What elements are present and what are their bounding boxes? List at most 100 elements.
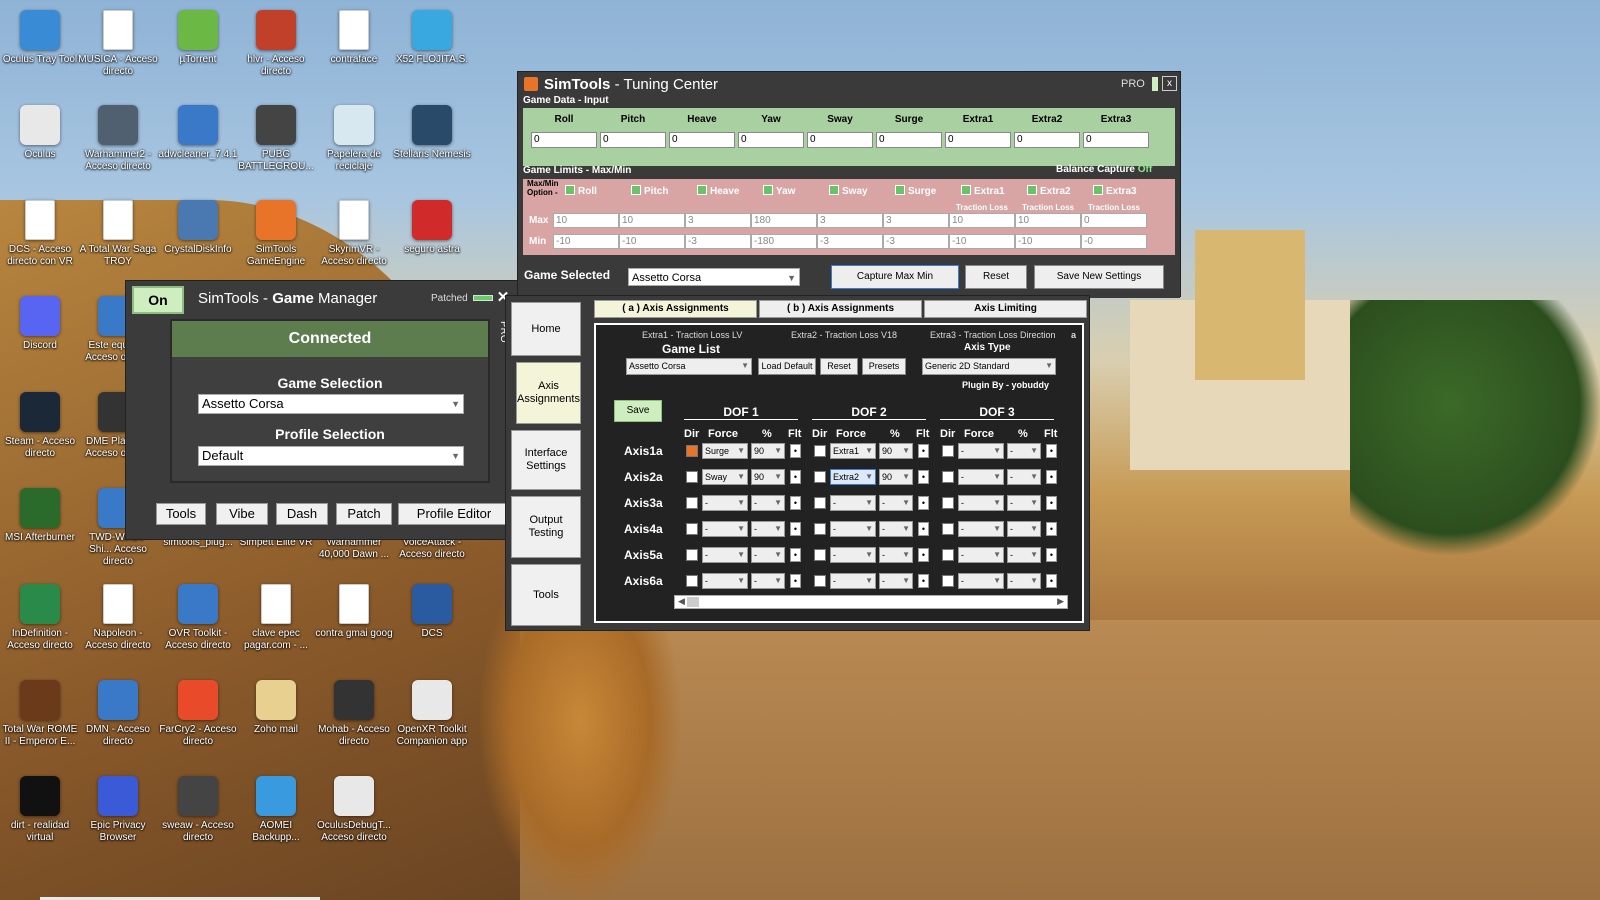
direction-checkbox[interactable] bbox=[814, 497, 826, 509]
axis-input-value[interactable]: 0 bbox=[531, 132, 597, 148]
game-selection-dropdown[interactable]: Assetto Corsa ▼ bbox=[198, 394, 464, 414]
force-dropdown[interactable]: Extra2 ▼ bbox=[830, 469, 876, 485]
desktop-icon[interactable]: Zoho mail bbox=[236, 680, 316, 736]
filter-button[interactable]: • bbox=[918, 444, 929, 458]
direction-checkbox[interactable] bbox=[814, 445, 826, 457]
direction-checkbox[interactable] bbox=[942, 471, 954, 483]
min-limit-input[interactable]: -10 bbox=[553, 234, 619, 249]
percent-dropdown[interactable]: - ▼ bbox=[751, 573, 785, 589]
profile-editor-button[interactable]: Profile Editor bbox=[398, 503, 510, 525]
axis-input-value[interactable]: 0 bbox=[1083, 132, 1149, 148]
max-limit-input[interactable]: 0 bbox=[1081, 213, 1147, 228]
profile-selection-dropdown[interactable]: Default ▼ bbox=[198, 446, 464, 466]
side-nav-axis-assignments[interactable]: Axis Assignments bbox=[516, 362, 581, 424]
direction-checkbox[interactable] bbox=[814, 523, 826, 535]
force-dropdown[interactable]: - ▼ bbox=[958, 573, 1004, 589]
force-dropdown[interactable]: - ▼ bbox=[702, 547, 748, 563]
side-nav-output-testing[interactable]: Output Testing bbox=[511, 496, 581, 558]
min-limit-input[interactable]: -10 bbox=[619, 234, 685, 249]
percent-dropdown[interactable]: - ▼ bbox=[879, 547, 913, 563]
filter-button[interactable]: • bbox=[1046, 470, 1057, 484]
reset-button[interactable]: Reset bbox=[820, 358, 858, 375]
percent-dropdown[interactable]: - ▼ bbox=[1007, 495, 1041, 511]
filter-button[interactable]: • bbox=[918, 522, 929, 536]
on-toggle-button[interactable]: On bbox=[132, 286, 184, 314]
save-button[interactable]: Save bbox=[614, 400, 662, 422]
force-dropdown[interactable]: Surge ▼ bbox=[702, 443, 748, 459]
desktop-icon[interactable]: Epic Privacy Browser bbox=[78, 776, 158, 844]
percent-dropdown[interactable]: - ▼ bbox=[1007, 573, 1041, 589]
percent-dropdown[interactable]: 90 ▼ bbox=[879, 443, 913, 459]
filter-button[interactable]: • bbox=[918, 496, 929, 510]
direction-checkbox[interactable] bbox=[686, 575, 698, 587]
side-nav-tools[interactable]: Tools bbox=[511, 564, 581, 626]
desktop-icon[interactable]: sweaw - Acceso directo bbox=[158, 776, 238, 844]
percent-dropdown[interactable]: - ▼ bbox=[879, 521, 913, 537]
desktop-icon[interactable]: Papelera de reciclaje bbox=[314, 105, 394, 173]
percent-dropdown[interactable]: - ▼ bbox=[1007, 521, 1041, 537]
tab-b-axis-assignments[interactable]: ( b ) Axis Assignments bbox=[759, 300, 922, 318]
desktop-icon[interactable]: Total War ROME II - Emperor E... bbox=[0, 680, 80, 748]
percent-dropdown[interactable]: 90 ▼ bbox=[751, 469, 785, 485]
direction-checkbox[interactable] bbox=[686, 549, 698, 561]
desktop-icon[interactable]: Mohab - Acceso directo bbox=[314, 680, 394, 748]
desktop-icon[interactable]: adwcleaner_7.4.1 bbox=[158, 105, 238, 161]
percent-dropdown[interactable]: - ▼ bbox=[1007, 469, 1041, 485]
limit-option-checkbox[interactable]: Roll bbox=[565, 185, 597, 197]
presets-button[interactable]: Presets bbox=[862, 358, 906, 375]
max-limit-input[interactable]: 3 bbox=[883, 213, 949, 228]
desktop-icon[interactable]: SimTools GameEngine bbox=[236, 200, 316, 268]
filter-button[interactable]: • bbox=[790, 574, 801, 588]
desktop-icon[interactable]: Discord bbox=[0, 296, 80, 352]
direction-checkbox[interactable] bbox=[942, 523, 954, 535]
percent-dropdown[interactable]: - ▼ bbox=[879, 573, 913, 589]
force-dropdown[interactable]: - ▼ bbox=[702, 495, 748, 511]
desktop-icon[interactable]: X52 FLOJITA.S. bbox=[392, 10, 472, 66]
side-nav-home[interactable]: Home bbox=[511, 302, 581, 356]
desktop-icon[interactable]: OpenXR Toolkit Companion app bbox=[392, 680, 472, 748]
desktop-icon[interactable]: Warhammer2 - Acceso directo bbox=[78, 105, 158, 173]
desktop-icon[interactable]: Stellaris Nemesis bbox=[392, 105, 472, 161]
filter-button[interactable]: • bbox=[1046, 548, 1057, 562]
limit-option-checkbox[interactable]: Surge bbox=[895, 185, 936, 197]
max-limit-input[interactable]: 10 bbox=[619, 213, 685, 228]
min-limit-input[interactable]: -3 bbox=[817, 234, 883, 249]
max-limit-input[interactable]: 180 bbox=[751, 213, 817, 228]
axis-input-value[interactable]: 0 bbox=[738, 132, 804, 148]
filter-button[interactable]: • bbox=[1046, 522, 1057, 536]
max-limit-input[interactable]: 10 bbox=[1015, 213, 1081, 228]
limit-option-checkbox[interactable]: Extra3 bbox=[1093, 185, 1137, 197]
force-dropdown[interactable]: - ▼ bbox=[830, 573, 876, 589]
scroll-left-icon[interactable]: ◀ bbox=[678, 596, 685, 607]
min-limit-input[interactable]: -10 bbox=[949, 234, 1015, 249]
desktop-icon[interactable]: SkyrimVR - Acceso directo bbox=[314, 200, 394, 268]
game-selected-dropdown[interactable]: Assetto Corsa ▼ bbox=[628, 268, 800, 286]
save-new-settings-button[interactable]: Save New Settings bbox=[1034, 265, 1164, 289]
filter-button[interactable]: • bbox=[1046, 444, 1057, 458]
desktop-icon[interactable]: seguro astra bbox=[392, 200, 472, 256]
side-nav-interface-settings[interactable]: Interface Settings bbox=[511, 430, 581, 490]
desktop-icon[interactable]: A Total War Saga TROY bbox=[78, 200, 158, 268]
percent-dropdown[interactable]: - ▼ bbox=[751, 495, 785, 511]
max-limit-input[interactable]: 3 bbox=[817, 213, 883, 228]
desktop-icon[interactable]: PUBG BATTLEGROU... bbox=[236, 105, 316, 173]
scroll-thumb[interactable] bbox=[687, 597, 699, 607]
force-dropdown[interactable]: - ▼ bbox=[958, 547, 1004, 563]
direction-checkbox[interactable] bbox=[686, 471, 698, 483]
percent-dropdown[interactable]: 90 ▼ bbox=[751, 443, 785, 459]
percent-dropdown[interactable]: - ▼ bbox=[1007, 547, 1041, 563]
desktop-icon[interactable]: DCS bbox=[392, 584, 472, 640]
desktop-icon[interactable]: OVR Toolkit - Acceso directo bbox=[158, 584, 238, 652]
direction-checkbox[interactable] bbox=[942, 575, 954, 587]
desktop-icon[interactable]: Napoleon - Acceso directo bbox=[78, 584, 158, 652]
filter-button[interactable]: • bbox=[1046, 496, 1057, 510]
desktop-icon[interactable]: OculusDebugT... Acceso directo bbox=[314, 776, 394, 844]
force-dropdown[interactable]: - ▼ bbox=[958, 469, 1004, 485]
axis-input-value[interactable]: 0 bbox=[807, 132, 873, 148]
desktop-icon[interactable]: contra gmai goog bbox=[314, 584, 394, 640]
limit-option-checkbox[interactable]: Yaw bbox=[763, 185, 795, 197]
filter-button[interactable]: • bbox=[918, 470, 929, 484]
filter-button[interactable]: • bbox=[790, 444, 801, 458]
force-dropdown[interactable]: - ▼ bbox=[830, 547, 876, 563]
scroll-right-icon[interactable]: ▶ bbox=[1057, 596, 1064, 607]
